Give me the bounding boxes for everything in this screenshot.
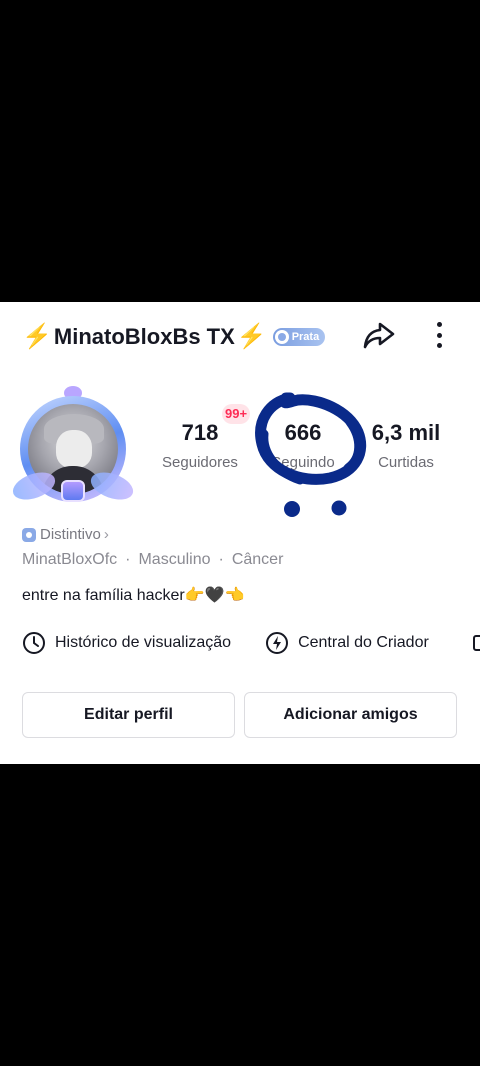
profile-meta: MinatBloxOfc · Masculino · Câncer	[22, 551, 283, 569]
zodiac-sign: Câncer	[231, 551, 284, 568]
badge-icon	[22, 527, 36, 542]
more-options-icon[interactable]	[426, 320, 452, 350]
following-count: 666	[284, 420, 322, 445]
gender: Masculino	[138, 551, 211, 568]
creator-center-link[interactable]: Central do Criador	[265, 631, 429, 655]
profile-header: ⚡ MinatoBloxBs TX ⚡ Prata	[22, 320, 326, 354]
more-dot	[436, 332, 442, 338]
chevron-right-icon: ›	[103, 526, 109, 543]
edit-profile-button[interactable]: Editar perfil	[22, 692, 235, 738]
clock-icon	[23, 632, 45, 654]
profile-links: Histórico de visualização Central do Cri…	[22, 630, 429, 656]
likes-stat[interactable]: 6,3 mil Curtidas	[364, 420, 448, 471]
badge-label: Distintivo	[40, 526, 101, 543]
bolt-emoji-right: ⚡	[236, 323, 267, 350]
username: MinatoBloxBs TX	[53, 324, 235, 349]
bio: entre na família hacker👉🖤👈	[22, 587, 245, 604]
more-links-icon[interactable]	[473, 635, 480, 651]
frame-wing-right	[87, 467, 137, 505]
following-stat[interactable]: 666 Seguindo	[260, 420, 346, 471]
frame-gem-icon	[61, 480, 85, 502]
separator: ·	[125, 551, 131, 568]
tier-label: Prata	[291, 331, 320, 343]
bolt-emoji-left: ⚡	[22, 323, 52, 350]
lightning-icon	[266, 632, 289, 654]
history-label: Histórico de visualização	[55, 634, 232, 651]
likes-count: 6,3 mil	[371, 420, 441, 445]
avatar[interactable]	[9, 386, 137, 510]
followers-label: Seguidores	[162, 454, 238, 471]
following-label: Seguindo	[271, 454, 335, 471]
badge-link[interactable]: Distintivo ›	[22, 526, 109, 543]
separator: ·	[218, 551, 224, 568]
tier-icon	[274, 330, 289, 344]
more-dot	[436, 343, 442, 348]
history-link[interactable]: Histórico de visualização	[22, 631, 231, 655]
likes-label: Curtidas	[378, 454, 434, 471]
share-icon[interactable]	[362, 318, 396, 352]
add-friends-button[interactable]: Adicionar amigos	[244, 692, 457, 738]
notification-badge: 99+	[222, 404, 251, 424]
profile-panel: ⚡ MinatoBloxBs TX ⚡ Prata 718 Seguidores…	[0, 302, 480, 764]
tier-badge[interactable]: Prata	[272, 328, 326, 346]
creator-center-label: Central do Criador	[298, 634, 429, 651]
more-dot	[436, 322, 442, 327]
followers-stat[interactable]: 718 Seguidores	[152, 420, 248, 471]
handle: MinatBloxOfc	[22, 551, 118, 568]
